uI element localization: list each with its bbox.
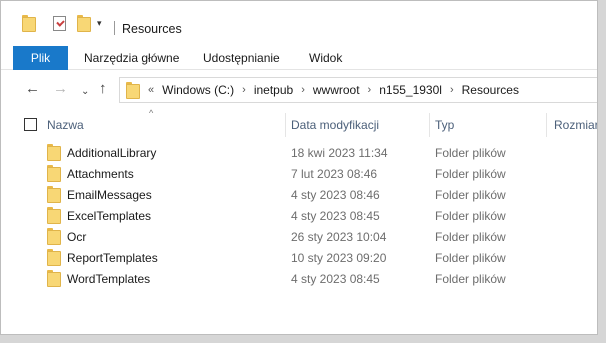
folder-icon	[47, 165, 61, 182]
list-item[interactable]: ExcelTemplates 4 sty 2023 08:45 Folder p…	[1, 205, 597, 226]
recent-locations-icon[interactable]: ⌄	[81, 84, 89, 100]
ribbon-tabs: Plik Narzędzia główne Udostępnianie Wido…	[1, 46, 597, 70]
select-all-checkbox[interactable]	[24, 118, 37, 131]
file-name[interactable]: EmailMessages	[67, 188, 152, 202]
chevron-right-icon[interactable]: ›	[301, 84, 305, 96]
file-name[interactable]: Ocr	[67, 230, 86, 244]
file-type: Folder plików	[435, 146, 506, 160]
file-date: 18 kwi 2023 11:34	[291, 146, 388, 160]
title-separator	[114, 21, 115, 35]
tab-file[interactable]: Plik	[13, 46, 68, 70]
back-arrow-icon[interactable]: ←	[25, 81, 40, 97]
folder-icon	[47, 207, 61, 224]
file-name[interactable]: ReportTemplates	[67, 251, 158, 265]
up-arrow-icon[interactable]: ↑	[99, 81, 107, 97]
column-header-type[interactable]: Typ	[435, 118, 454, 132]
list-item[interactable]: Attachments 7 lut 2023 08:46 Folder plik…	[1, 163, 597, 184]
tab-share[interactable]: Udostępnianie	[203, 46, 280, 70]
tab-home[interactable]: Narzędzia główne	[84, 46, 179, 70]
file-date: 26 sty 2023 10:04	[291, 230, 387, 244]
file-name[interactable]: Attachments	[67, 167, 134, 181]
address-folder-icon	[126, 81, 140, 99]
breadcrumb-item[interactable]: inetpub	[254, 83, 293, 97]
breadcrumb-item-current[interactable]: Resources	[462, 83, 519, 97]
window-title: Resources	[122, 22, 182, 36]
folder-icon	[47, 228, 61, 245]
column-divider[interactable]	[285, 113, 286, 137]
folder-icon	[47, 270, 61, 287]
chevron-right-icon[interactable]: ›	[450, 84, 454, 96]
column-header-name[interactable]: Nazwa	[47, 118, 84, 132]
file-date: 4 sty 2023 08:45	[291, 209, 380, 223]
file-name[interactable]: WordTemplates	[67, 272, 150, 286]
file-type: Folder plików	[435, 167, 506, 181]
title-bar: ▾ Resources	[1, 1, 597, 43]
list-item[interactable]: ReportTemplates 10 sty 2023 09:20 Folder…	[1, 247, 597, 268]
file-type: Folder plików	[435, 251, 506, 265]
folder-icon	[47, 249, 61, 266]
tab-view[interactable]: Widok	[309, 46, 342, 70]
list-item[interactable]: WordTemplates 4 sty 2023 08:45 Folder pl…	[1, 268, 597, 289]
file-date: 4 sty 2023 08:45	[291, 272, 380, 286]
customize-dropdown-icon[interactable]: ▾	[97, 15, 102, 31]
folder-icon	[47, 144, 61, 161]
sort-ascending-icon: ^	[149, 108, 154, 118]
navigation-bar: ← → ⌄ ↑ « Windows (C:) › inetpub › wwwro…	[1, 73, 597, 107]
file-name[interactable]: AdditionalLibrary	[67, 146, 156, 160]
column-header-size[interactable]: Rozmiar	[554, 118, 597, 132]
breadcrumb-item[interactable]: n155_1930l	[379, 83, 442, 97]
file-date: 4 sty 2023 08:46	[291, 188, 380, 202]
new-folder-icon[interactable]	[77, 14, 91, 32]
properties-icon[interactable]	[53, 15, 66, 31]
file-type: Folder plików	[435, 209, 506, 223]
breadcrumb-overflow-icon[interactable]: «	[148, 84, 154, 96]
column-divider[interactable]	[546, 113, 547, 137]
chevron-right-icon[interactable]: ›	[368, 84, 372, 96]
chevron-right-icon[interactable]: ›	[242, 84, 246, 96]
breadcrumb-item[interactable]: wwwroot	[313, 83, 360, 97]
column-header-date[interactable]: Data modyfikacji	[291, 118, 379, 132]
list-item[interactable]: EmailMessages 4 sty 2023 08:46 Folder pl…	[1, 184, 597, 205]
address-bar[interactable]: « Windows (C:) › inetpub › wwwroot › n15…	[119, 77, 597, 103]
file-name[interactable]: ExcelTemplates	[67, 209, 151, 223]
file-type: Folder plików	[435, 188, 506, 202]
folder-icon[interactable]	[22, 14, 36, 32]
window-shadow-bottom	[0, 335, 606, 343]
window-shadow-right	[598, 0, 606, 343]
explorer-window: ▾ Resources Plik Narzędzia główne Udostę…	[0, 0, 598, 335]
file-type: Folder plików	[435, 230, 506, 244]
file-date: 10 sty 2023 09:20	[291, 251, 387, 265]
list-item[interactable]: Ocr 26 sty 2023 10:04 Folder plików	[1, 226, 597, 247]
list-item[interactable]: AdditionalLibrary 18 kwi 2023 11:34 Fold…	[1, 142, 597, 163]
column-divider[interactable]	[429, 113, 430, 137]
breadcrumb-item[interactable]: Windows (C:)	[162, 83, 234, 97]
file-date: 7 lut 2023 08:46	[291, 167, 378, 181]
file-type: Folder plików	[435, 272, 506, 286]
folder-icon	[47, 186, 61, 203]
forward-arrow-icon[interactable]: →	[53, 81, 68, 97]
